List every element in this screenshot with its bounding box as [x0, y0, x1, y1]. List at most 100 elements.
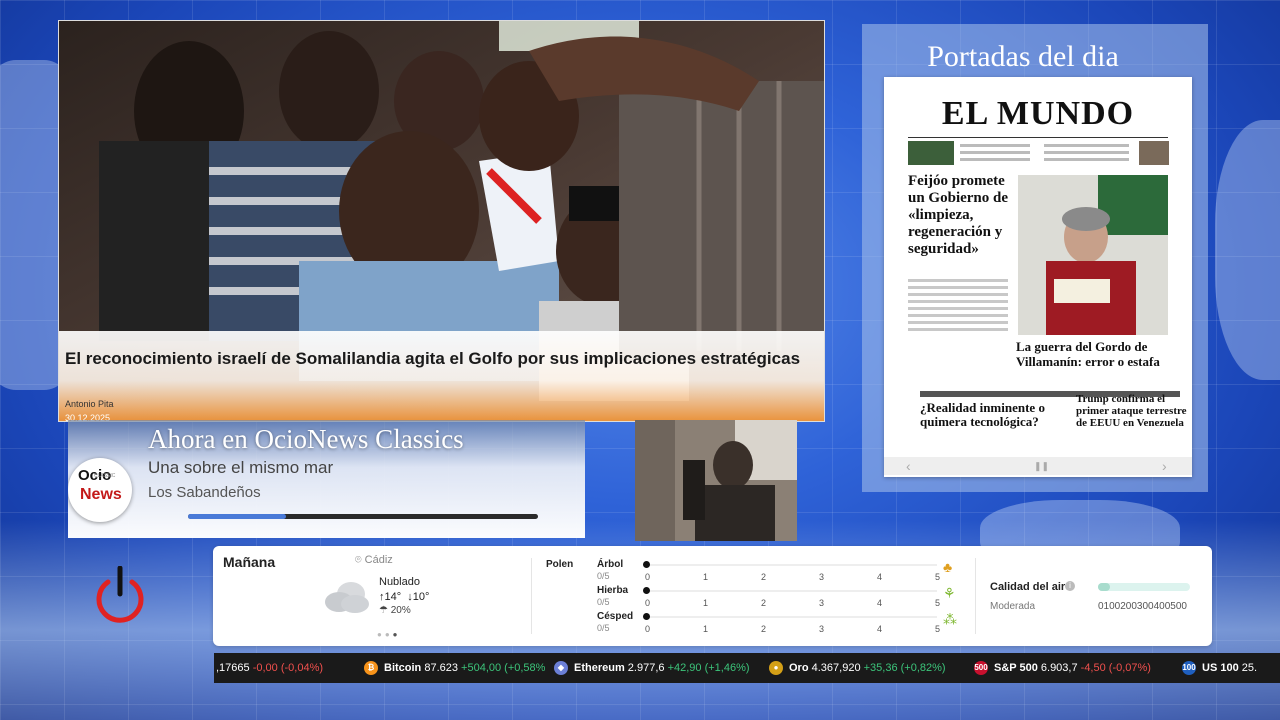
- polen-scale-tick: 3: [819, 624, 825, 634]
- pause-icon[interactable]: ❚❚: [1034, 457, 1049, 475]
- polen-name: Árbol: [597, 559, 624, 570]
- polen-scale-tick: 4: [877, 572, 883, 582]
- now-playing-progress[interactable]: [188, 514, 538, 519]
- polen-scale-tick: 5: [935, 572, 941, 582]
- market-ticker: ,17665 -0,00 (-0,04%) ₿ Bitcoin 87.623 +50…: [214, 653, 1280, 683]
- ticker-name: Ethereum: [574, 662, 628, 674]
- polen-scale-tick: 0: [645, 572, 651, 582]
- newspaper-cover[interactable]: EL MUNDO Feijóo promete un Gobierno de «…: [884, 77, 1192, 477]
- polen-scale-tick: 0: [645, 624, 651, 634]
- air-quality-bar-fill: [1098, 583, 1110, 591]
- cover-text-columns: [908, 279, 1008, 331]
- ticker-price: 25.: [1241, 662, 1258, 674]
- ticker-price: 4.367,920: [811, 662, 864, 674]
- power-icon[interactable]: [94, 566, 146, 624]
- ticker-price: 6.903,7: [1040, 662, 1081, 674]
- ticker-item[interactable]: ₿ Bitcoin 87.623 +504,00 (+0,58%: [364, 653, 545, 683]
- now-playing-song: Una sobre el mismo mar: [148, 458, 334, 477]
- polen-scale-tick: 3: [819, 598, 825, 608]
- hero-author: Antonio Pita: [65, 399, 114, 409]
- polen-scale-tick: 4: [877, 598, 883, 608]
- polen-score: 0/5: [597, 571, 610, 581]
- now-playing-artist: Los Sabandeños: [148, 484, 261, 501]
- ticker-item[interactable]: 500 S&P 500 6.903,7 -4,50 (-0,07%): [974, 653, 1151, 683]
- hero-caption[interactable]: El reconocimiento israelí de Somalilandi…: [59, 331, 824, 421]
- umbrella-icon: ☂: [379, 605, 391, 616]
- logo-sub-text: CLASSIC: [94, 473, 116, 479]
- video-thumbnail[interactable]: [635, 420, 797, 541]
- grass-icon: ⚘: [943, 585, 956, 601]
- weather-widget: Mañana ⌾ Cádiz Nublado ↑14° ↓10° ☂ 20% ●…: [213, 546, 1212, 646]
- temp-high: 14°: [384, 591, 402, 603]
- location-pin-icon: ⌾: [355, 554, 365, 566]
- polen-level-dot: [643, 613, 650, 620]
- ticker-item[interactable]: 100 US 100 25.: [1182, 653, 1257, 683]
- front-pages-panel: Portadas del dia EL MUNDO Feijóo promete…: [862, 24, 1208, 492]
- ticker-name: Bitcoin: [384, 662, 425, 674]
- ticker-change: -4,50 (-0,07%): [1080, 662, 1151, 674]
- weather-location-text: Cádiz: [364, 554, 393, 566]
- ticker-change: +504,00 (+0,58%: [461, 662, 546, 674]
- air-quality-label: Calidad del aire: [990, 581, 1072, 593]
- now-playing-progress-fill: [188, 514, 286, 519]
- polen-level-dot: [643, 587, 650, 594]
- ticker-item[interactable]: ,17665 -0,00 (-0,04%): [216, 653, 323, 683]
- polen-row-hierba: Hierba 0/5 0 1 2 3 4 5 ⚘: [597, 585, 956, 611]
- now-playing-title: Ahora en OcioNews Classics: [148, 424, 464, 454]
- air-quality-value: Moderada: [990, 601, 1036, 612]
- front-pages-title: Portadas del dia: [927, 40, 1119, 73]
- chevron-right-icon[interactable]: ›: [1162, 457, 1167, 475]
- ocionews-logo: Ocio CLASSIC News: [68, 458, 132, 522]
- asset-icon: ◆: [554, 661, 568, 676]
- weather-pager-dots[interactable]: ●●●: [377, 630, 401, 639]
- logo-news-text: News: [80, 486, 122, 503]
- divider: [531, 558, 532, 634]
- polen-scale-tick: 2: [761, 624, 767, 634]
- polen-track: [645, 590, 937, 592]
- asset-icon: 100: [1182, 661, 1196, 676]
- polen-scale-tick: 0: [645, 598, 651, 608]
- polen-scale-tick: 2: [761, 598, 767, 608]
- weather-day: Mañana: [223, 554, 276, 570]
- ticker-price: 87.623: [424, 662, 462, 674]
- ticker-name: Oro: [789, 662, 812, 674]
- polen-track: [645, 564, 937, 566]
- cover-headline-bottom-right: Trump confirma el primer ataque terrestr…: [1076, 393, 1187, 429]
- polen-scale-tick: 1: [703, 572, 709, 582]
- cover-headline-side: La guerra del Gordo de Villamanín: error…: [1016, 339, 1160, 369]
- polen-row-cesped: Césped 0/5 0 1 2 3 4 5 ⁂: [597, 611, 957, 637]
- polen-row-arbol: Árbol 0/5 0 1 2 3 4 5 ♣: [597, 559, 952, 585]
- ticker-change: -0,00 (-0,04%): [252, 662, 324, 674]
- cloud-icon: [325, 582, 369, 613]
- polen-scale-tick: 3: [819, 572, 825, 582]
- hero-headline[interactable]: El reconocimiento israelí de Somalilandi…: [65, 345, 805, 373]
- polen-scale-tick: 1: [703, 598, 709, 608]
- weather-rain: ☂ 20%: [379, 605, 411, 616]
- polen-scale-tick: 4: [877, 624, 883, 634]
- ticker-name: US 100: [1202, 662, 1242, 674]
- masthead-rule: [908, 137, 1168, 138]
- ticker-price: ,17665: [216, 662, 253, 674]
- polen-level-dot: [643, 561, 650, 568]
- ticker-item[interactable]: ◆ Ethereum 2.977,6 +42,90 (+1,46%): [554, 653, 750, 683]
- temp-low: 10°: [412, 591, 430, 603]
- now-playing-banner[interactable]: Ahora en OcioNews Classics Una sobre el …: [68, 420, 585, 538]
- background-continent: [1215, 120, 1280, 380]
- polen-name: Césped: [597, 611, 634, 622]
- ticker-change: +42,90 (+1,46%): [667, 662, 750, 674]
- ticker-item[interactable]: ● Oro 4.367,920 +35,36 (+0,82%): [769, 653, 946, 683]
- air-quality-bar: [1098, 583, 1190, 591]
- weather-temps: ↑14° ↓10°: [379, 591, 429, 603]
- hero-article[interactable]: El reconocimiento israelí de Somalilandi…: [58, 20, 825, 422]
- asset-icon: ₿: [364, 661, 378, 676]
- tree-icon: ♣: [943, 559, 953, 575]
- cover-thumbs: [908, 141, 1169, 165]
- lawn-icon: ⁂: [943, 611, 957, 627]
- info-icon[interactable]: i: [1065, 581, 1075, 591]
- asset-icon: ●: [769, 661, 783, 676]
- divider: [975, 558, 976, 634]
- ticker-change: +35,36 (+0,82%): [863, 662, 946, 674]
- polen-track: [645, 616, 937, 618]
- asset-icon: 500: [974, 661, 988, 676]
- chevron-left-icon[interactable]: ‹: [906, 457, 911, 475]
